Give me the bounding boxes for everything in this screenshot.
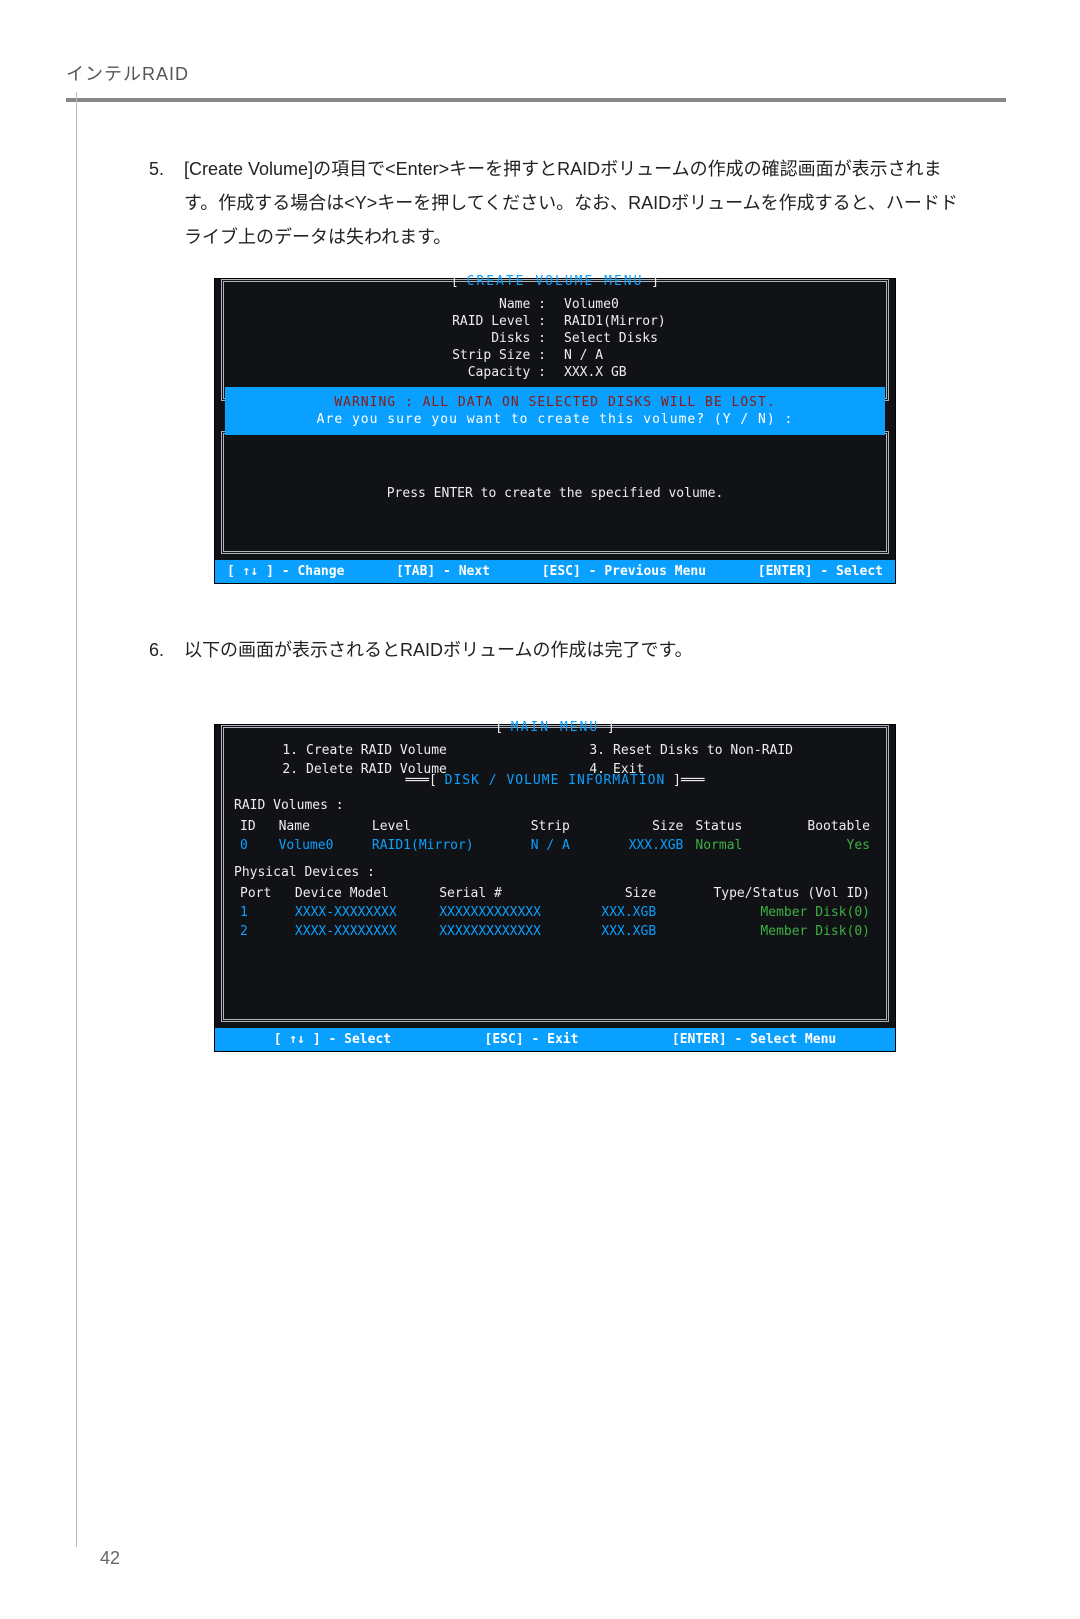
table-row: 2 XXXX-XXXXXXXX XXXXXXXXXXXXX XXX.XGB Me… xyxy=(234,922,876,941)
step-6: 6. 以下の画面が表示されるとRAIDボリュームの作成は完了です。 xyxy=(140,633,970,667)
hint-updown: [ ↑↓ ] - Change xyxy=(227,564,344,579)
bios1-warning: WARNING : ALL DATA ON SELECTED DISKS WIL… xyxy=(235,395,875,410)
page-number: 42 xyxy=(100,1548,120,1569)
raid-volumes-table: ID Name Level Strip Size Status Bootable… xyxy=(234,817,876,855)
bios2-menu: 1.Create RAID Volume 3.Reset Disks to No… xyxy=(270,743,876,777)
step-text: [Create Volume]の項目で<Enter>キーを押すとRAIDボリュー… xyxy=(184,152,970,255)
page: インテルRAID 5. [Create Volume]の項目で<Enter>キー… xyxy=(0,0,1080,1619)
bios1-title: [ CREATE VOLUME MENU ] xyxy=(234,274,876,289)
bios2-footer: [ ↑↓ ] - Select [ESC] - Exit [ENTER] - S… xyxy=(215,1028,895,1051)
left-margin-rule xyxy=(76,92,77,1547)
step-5: 5. [Create Volume]の項目で<Enter>キーを押すとRAIDボ… xyxy=(140,152,970,255)
bios1-confirm-dialog: WARNING : ALL DATA ON SELECTED DISKS WIL… xyxy=(225,387,885,435)
table-row: 1 XXXX-XXXXXXXX XXXXXXXXXXXXX XXX.XGB Me… xyxy=(234,903,876,922)
bios2-title: [ MAIN MENU ] xyxy=(234,720,876,735)
bios1-fields: Name :Volume0 RAID Level :RAID1(Mirror) … xyxy=(362,297,747,380)
bios-main-menu: [ MAIN MENU ] 1.Create RAID Volume 3.Res… xyxy=(215,725,895,1051)
physical-devices-label: Physical Devices : xyxy=(234,865,876,880)
hint-updown: [ ↑↓ ] - Select xyxy=(274,1032,391,1047)
content: 5. [Create Volume]の項目で<Enter>キーを押すとRAIDボ… xyxy=(140,152,970,1051)
step-number: 5. xyxy=(140,152,164,255)
bios-create-volume: [ CREATE VOLUME MENU ] Name :Volume0 RAI… xyxy=(215,279,895,583)
running-head: インテルRAID xyxy=(66,60,1010,86)
step-number: 6. xyxy=(140,633,164,667)
header-rule xyxy=(66,98,1006,102)
hint-enter: [ENTER] - Select xyxy=(758,564,883,579)
hint-tab: [TAB] - Next xyxy=(396,564,490,579)
hint-enter: [ENTER] - Select Menu xyxy=(672,1032,836,1047)
bios1-footer: [ ↑↓ ] - Change [TAB] - Next [ESC] - Pre… xyxy=(215,560,895,583)
bios1-help: Press ENTER to create the specified volu… xyxy=(234,438,876,543)
step-text: 以下の画面が表示されるとRAIDボリュームの作成は完了です。 xyxy=(184,633,970,667)
bios1-prompt: Are you sure you want to create this vol… xyxy=(235,412,875,427)
hint-esc: [ESC] - Exit xyxy=(485,1032,579,1047)
physical-devices-table: Port Device Model Serial # Size Type/Sta… xyxy=(234,884,876,941)
raid-volumes-label: RAID Volumes : xyxy=(234,798,876,813)
hint-esc: [ESC] - Previous Menu xyxy=(542,564,706,579)
table-row: 0 Volume0 RAID1(Mirror) N / A XXX.XGB No… xyxy=(234,836,876,855)
